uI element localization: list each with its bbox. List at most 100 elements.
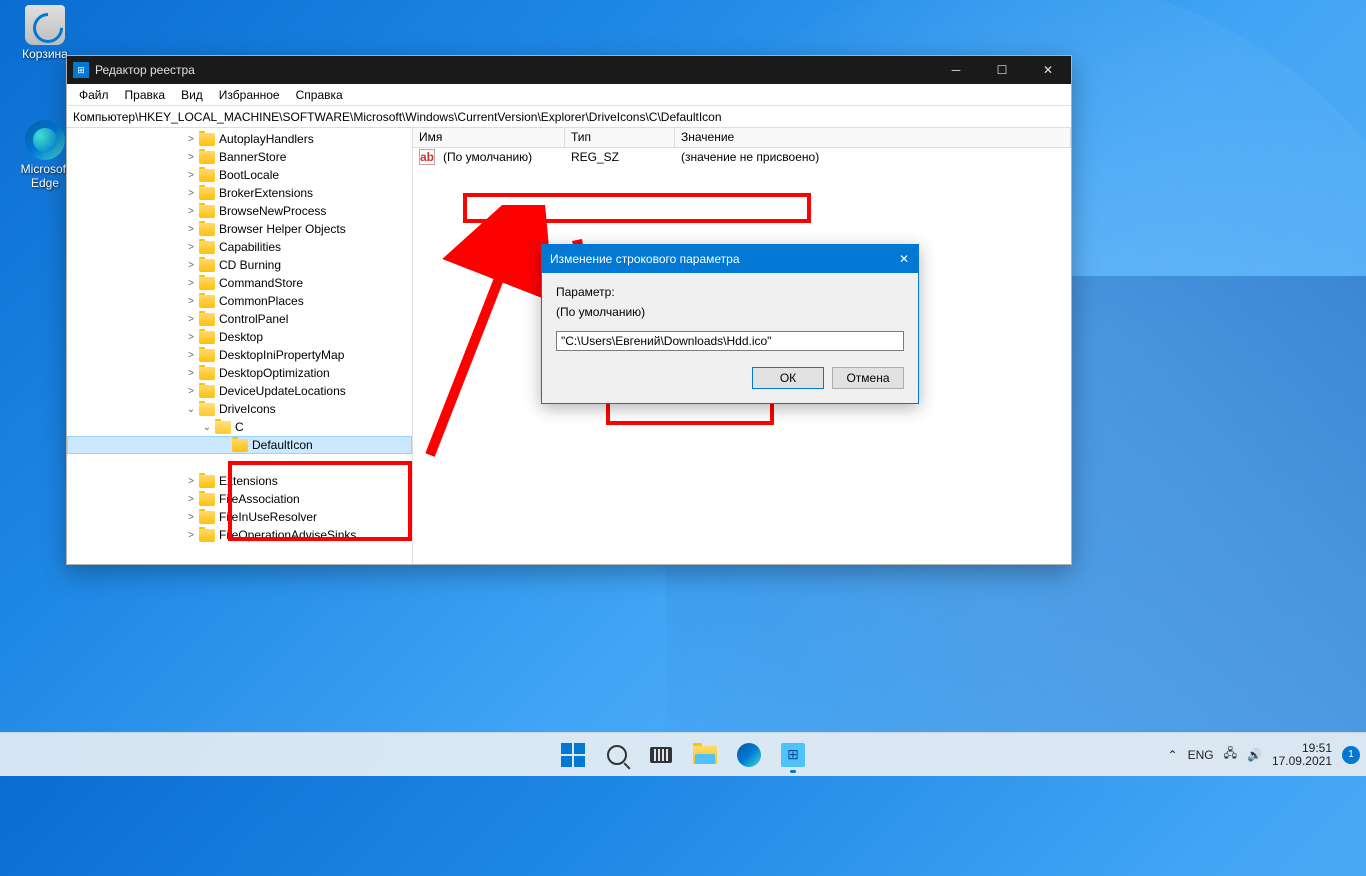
chevron-icon[interactable]: > — [183, 242, 199, 253]
folder-icon — [199, 529, 215, 542]
chevron-icon[interactable]: > — [183, 206, 199, 217]
date-text: 17.09.2021 — [1272, 755, 1332, 768]
tree-item-commonplaces[interactable]: > CommonPlaces — [67, 292, 412, 310]
tree-item-fileoperationadvisesinks[interactable]: >FileOperationAdviseSinks — [67, 526, 412, 544]
recycle-bin-icon — [25, 5, 65, 45]
tree-item-fileassociation[interactable]: >FileAssociation — [67, 490, 412, 508]
search-button[interactable] — [597, 735, 637, 775]
volume-icon[interactable]: 🔊 — [1247, 748, 1262, 762]
chevron-icon[interactable]: > — [183, 350, 199, 361]
col-type[interactable]: Тип — [565, 128, 675, 147]
tree-item-c[interactable]: ⌄C — [67, 418, 412, 436]
chevron-icon[interactable]: > — [183, 170, 199, 181]
chevron-icon[interactable]: > — [183, 476, 199, 487]
chevron-icon[interactable]: > — [183, 278, 199, 289]
dialog-close-button[interactable]: ✕ — [890, 245, 918, 273]
close-button[interactable]: ✕ — [1025, 56, 1071, 84]
menu-view[interactable]: Вид — [173, 86, 211, 104]
regedit-app-icon: ⊞ — [73, 62, 89, 78]
tree-item-desktopinipropertymap[interactable]: > DesktopIniPropertyMap — [67, 346, 412, 364]
taskview-icon — [650, 747, 672, 763]
value-type: REG_SZ — [565, 149, 675, 165]
tree-label: DesktopOptimization — [219, 366, 330, 380]
regedit-taskbar-button[interactable]: ⊞ — [773, 735, 813, 775]
values-header[interactable]: Имя Тип Значение — [413, 128, 1071, 148]
col-data[interactable]: Значение — [675, 128, 1071, 147]
chevron-icon[interactable]: > — [183, 512, 199, 523]
folder-icon — [199, 313, 215, 326]
param-label: Параметр: — [556, 285, 904, 299]
tree-item-commandstore[interactable]: >CommandStore — [67, 274, 412, 292]
tree-item-controlpanel[interactable]: > ControlPanel — [67, 310, 412, 328]
tree-label: DesktopIniPropertyMap — [219, 348, 344, 362]
menu-edit[interactable]: Правка — [117, 86, 174, 104]
chevron-icon[interactable]: > — [183, 296, 199, 307]
chevron-icon[interactable]: > — [183, 134, 199, 145]
language-indicator[interactable]: ENG — [1188, 748, 1214, 762]
menu-help[interactable]: Справка — [288, 86, 351, 104]
tree-label: CommonPlaces — [219, 294, 304, 308]
tree-item-cd-burning[interactable]: > CD Burning — [67, 256, 412, 274]
menu-file[interactable]: Файл — [71, 86, 117, 104]
explorer-icon — [693, 746, 717, 764]
address-bar[interactable]: Компьютер\HKEY_LOCAL_MACHINE\SOFTWARE\Mi… — [67, 106, 1071, 128]
ok-button[interactable]: ОК — [752, 367, 824, 389]
network-icon[interactable]: 🖧 — [1224, 744, 1237, 765]
tree-item-driveicons[interactable]: ⌄DriveIcons — [67, 400, 412, 418]
folder-icon — [199, 493, 215, 506]
explorer-button[interactable] — [685, 735, 725, 775]
chevron-icon[interactable]: ⌄ — [183, 404, 199, 415]
taskview-button[interactable] — [641, 735, 681, 775]
tree-label: ControlPanel — [219, 312, 288, 326]
chevron-icon[interactable]: > — [183, 152, 199, 163]
chevron-icon[interactable]: > — [183, 188, 199, 199]
tray-chevron-up-icon[interactable]: ⌃ — [1168, 748, 1178, 762]
tree-item-desktop[interactable]: >Desktop — [67, 328, 412, 346]
dialog-titlebar[interactable]: Изменение строкового параметра ✕ — [542, 245, 918, 273]
tree-label: C — [235, 420, 244, 434]
titlebar[interactable]: ⊞ Редактор реестра ─ ☐ ✕ — [67, 56, 1071, 84]
tree-item-brokerextensions[interactable]: >BrokerExtensions — [67, 184, 412, 202]
value-input[interactable] — [556, 331, 904, 351]
folder-icon — [199, 349, 215, 362]
clock[interactable]: 19:51 17.09.2021 — [1272, 742, 1332, 768]
tree-item-extensions[interactable]: > Extensions — [67, 472, 412, 490]
chevron-icon[interactable]: > — [183, 368, 199, 379]
chevron-icon[interactable]: > — [183, 530, 199, 541]
tree-label: Extensions — [219, 474, 278, 488]
tree-item-autoplayhandlers[interactable]: >AutoplayHandlers — [67, 130, 412, 148]
tree-item-bannerstore[interactable]: >BannerStore — [67, 148, 412, 166]
tree-label: CD Burning — [219, 258, 281, 272]
tree-item-bootlocale[interactable]: >BootLocale — [67, 166, 412, 184]
notification-badge[interactable]: 1 — [1342, 746, 1360, 764]
tree-item-fileinuseresolver[interactable]: >FileInUseResolver — [67, 508, 412, 526]
edge-button[interactable] — [729, 735, 769, 775]
chevron-icon[interactable]: > — [183, 386, 199, 397]
folder-icon — [199, 259, 215, 272]
chevron-icon[interactable]: > — [183, 494, 199, 505]
col-name[interactable]: Имя — [413, 128, 565, 147]
tree-item-defaulticon[interactable]: DefaultIcon — [67, 436, 412, 454]
tree-label: Capabilities — [219, 240, 281, 254]
tree-item-browser-helper-objects[interactable]: >Browser Helper Objects — [67, 220, 412, 238]
start-button[interactable] — [553, 735, 593, 775]
tree-panel[interactable]: >AutoplayHandlers>BannerStore>BootLocale… — [67, 128, 413, 564]
chevron-icon[interactable]: > — [183, 224, 199, 235]
chevron-icon[interactable]: ⌄ — [199, 422, 215, 433]
chevron-icon[interactable]: > — [183, 314, 199, 325]
tree-item-deviceupdatelocations[interactable]: >DeviceUpdateLocations — [67, 382, 412, 400]
chevron-icon[interactable]: > — [183, 332, 199, 343]
value-row-default[interactable]: ab (По умолчанию) REG_SZ (значение не пр… — [413, 148, 1071, 166]
desktop-icon-recycle-bin[interactable]: Корзина — [10, 5, 80, 61]
chevron-icon[interactable]: > — [183, 260, 199, 271]
search-icon — [607, 745, 627, 765]
tree-item-browsenewprocess[interactable]: >BrowseNewProcess — [67, 202, 412, 220]
tree-item-desktopoptimization[interactable]: > DesktopOptimization — [67, 364, 412, 382]
minimize-button[interactable]: ─ — [933, 56, 979, 84]
menubar: Файл Правка Вид Избранное Справка — [67, 84, 1071, 106]
regedit-taskbar-icon: ⊞ — [781, 743, 805, 767]
cancel-button[interactable]: Отмена — [832, 367, 904, 389]
menu-favorites[interactable]: Избранное — [211, 86, 288, 104]
tree-item-capabilities[interactable]: > Capabilities — [67, 238, 412, 256]
maximize-button[interactable]: ☐ — [979, 56, 1025, 84]
